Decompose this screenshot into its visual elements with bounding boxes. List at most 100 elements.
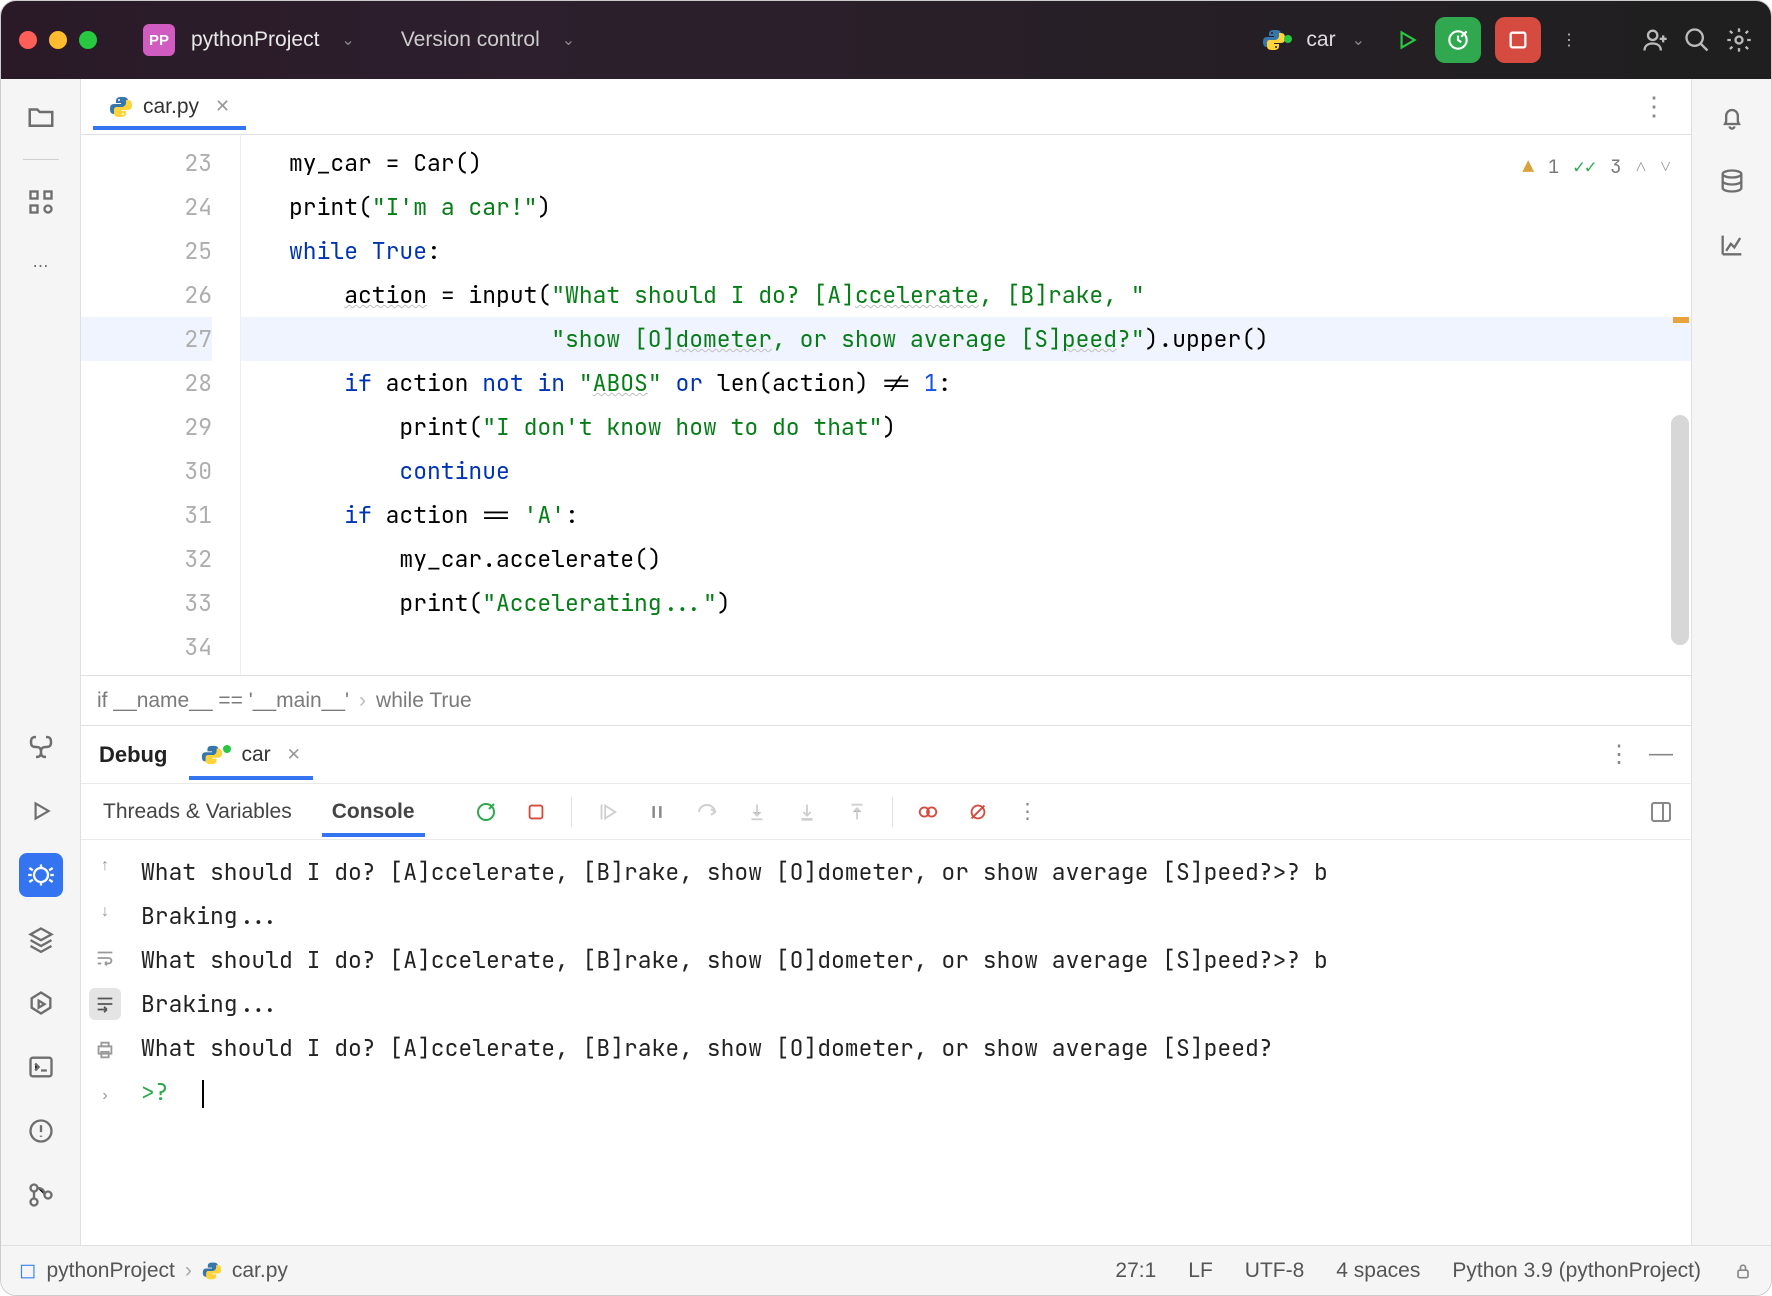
chevron-right-icon[interactable]: › [89, 1080, 121, 1112]
status-project[interactable]: pythonProject [46, 1259, 174, 1283]
chevron-right-icon: › [185, 1259, 192, 1283]
resume-icon[interactable] [592, 797, 622, 827]
debug-icon[interactable] [19, 853, 63, 897]
problems-icon[interactable] [19, 1109, 63, 1153]
code-line[interactable]: my_car.accelerate() [289, 537, 1691, 581]
debug-tab-label: car [241, 743, 270, 767]
code-line[interactable]: if action not in "ABOS" or len(action) !… [289, 361, 1691, 405]
services-icon[interactable] [19, 981, 63, 1025]
soft-wrap-icon[interactable] [89, 942, 121, 974]
structure-icon[interactable] [19, 180, 63, 224]
code-line[interactable]: action = input("What should I do? [A]cce… [289, 273, 1691, 317]
running-indicator-icon [1284, 35, 1292, 43]
line-separator[interactable]: LF [1188, 1259, 1213, 1283]
code-line[interactable]: print("I don't know how to do that") [289, 405, 1691, 449]
python-icon [109, 95, 133, 119]
step-into-my-icon[interactable] [792, 797, 822, 827]
project-name[interactable]: pythonProject [191, 28, 319, 52]
lock-icon[interactable] [1733, 1261, 1753, 1281]
search-icon[interactable] [1683, 26, 1711, 54]
console-line: What should I do? [A]ccelerate, [B]rake,… [141, 1026, 1679, 1070]
version-control-menu[interactable]: Version control [401, 28, 540, 52]
more-icon[interactable]: ⋮ [1013, 797, 1043, 827]
tab-car-py[interactable]: car.py ✕ [93, 85, 246, 129]
code-line[interactable]: print("Accelerating...") [289, 581, 1691, 625]
status-bar: ◻ pythonProject › car.py 27:1 LF UTF-8 4… [1, 1245, 1771, 1295]
debug-tab-car[interactable]: car ✕ [197, 731, 304, 779]
scroll-to-end-icon[interactable] [89, 988, 121, 1020]
code-with-me-icon[interactable] [1641, 26, 1669, 54]
code-editor[interactable]: 232425262728293031323334 ▲ 1 ✓✓ 3 ˄ ˅ my… [81, 135, 1691, 675]
titlebar: PP pythonProject ⌄ Version control ⌄ car… [1, 1, 1771, 79]
tab-console[interactable]: Console [328, 788, 419, 836]
more-icon[interactable]: ⋮ [1629, 91, 1679, 122]
breadcrumb: if __name__ == '__main__' › while True [81, 675, 1691, 725]
code-line[interactable]: "show [O]dometer, or show average [S]pee… [289, 317, 1691, 361]
debug-panel: Debug car ✕ ⋮ — Threads & Variables Cons… [81, 725, 1691, 1245]
close-icon[interactable] [19, 31, 37, 49]
minimize-icon[interactable]: — [1649, 740, 1673, 769]
stop-button[interactable] [1495, 17, 1541, 63]
pause-icon[interactable] [642, 797, 672, 827]
more-icon[interactable]: ⋯ [19, 244, 63, 288]
minimize-icon[interactable] [49, 31, 67, 49]
stop-icon[interactable] [521, 797, 551, 827]
run-icon[interactable] [19, 789, 63, 833]
chevron-down-icon[interactable]: ⌄ [562, 30, 575, 50]
python-icon [1262, 28, 1286, 52]
database-icon[interactable] [1710, 159, 1754, 203]
line-gutter: 232425262728293031323334 [81, 135, 241, 675]
breadcrumb-item[interactable]: while True [376, 689, 472, 713]
layers-icon[interactable] [19, 917, 63, 961]
python-interpreter[interactable]: Python 3.9 (pythonProject) [1452, 1259, 1701, 1283]
console-line: What should I do? [A]ccelerate, [B]rake,… [141, 938, 1679, 982]
indent-settings[interactable]: 4 spaces [1336, 1259, 1420, 1283]
close-icon[interactable]: ✕ [215, 96, 230, 117]
python-icon [201, 744, 223, 766]
code-line[interactable]: continue [289, 449, 1691, 493]
project-icon[interactable] [19, 95, 63, 139]
console-line: What should I do? [A]ccelerate, [B]rake,… [141, 850, 1679, 894]
scroll-down-icon[interactable]: ↓ [89, 896, 121, 928]
status-file[interactable]: car.py [232, 1259, 288, 1283]
debug-button[interactable] [1435, 17, 1481, 63]
chevron-down-icon[interactable]: ⌄ [341, 30, 354, 50]
sciview-icon[interactable] [1710, 223, 1754, 267]
print-icon[interactable] [89, 1034, 121, 1066]
gear-icon[interactable] [1725, 26, 1753, 54]
breadcrumb-item[interactable]: if __name__ == '__main__' [97, 689, 349, 713]
rerun-icon[interactable] [471, 797, 501, 827]
code-line[interactable]: while True: [289, 229, 1691, 273]
more-icon[interactable]: ⋮ [1555, 26, 1583, 54]
tab-threads-variables[interactable]: Threads & Variables [99, 788, 296, 836]
notifications-icon[interactable] [1710, 95, 1754, 139]
project-badge[interactable]: PP [143, 24, 175, 56]
run-button[interactable] [1393, 26, 1421, 54]
maximize-icon[interactable] [79, 31, 97, 49]
run-configuration[interactable]: car ⌄ [1248, 22, 1379, 58]
caret-position[interactable]: 27:1 [1115, 1259, 1156, 1283]
code-line[interactable]: my_car = Car() [289, 141, 1691, 185]
code-line[interactable]: if action == 'A': [289, 493, 1691, 537]
console-rail: ↑ ↓ › [81, 840, 129, 1245]
more-icon[interactable]: ⋮ [1607, 740, 1631, 769]
layout-icon[interactable] [1649, 800, 1673, 824]
console-prompt: >? [141, 1077, 182, 1107]
step-out-icon[interactable] [842, 797, 872, 827]
view-breakpoints-icon[interactable] [913, 797, 943, 827]
module-icon: ◻ [19, 1258, 36, 1283]
close-icon[interactable]: ✕ [287, 745, 301, 765]
python-packages-icon[interactable] [19, 725, 63, 769]
scroll-up-icon[interactable]: ↑ [89, 850, 121, 882]
step-into-icon[interactable] [742, 797, 772, 827]
terminal-icon[interactable] [19, 1045, 63, 1089]
step-over-icon[interactable] [692, 797, 722, 827]
git-icon[interactable] [19, 1173, 63, 1217]
file-encoding[interactable]: UTF-8 [1245, 1259, 1305, 1283]
mute-breakpoints-icon[interactable] [963, 797, 993, 827]
cursor [202, 1080, 204, 1108]
running-indicator-icon [223, 745, 231, 753]
code-line[interactable]: print("I'm a car!") [289, 185, 1691, 229]
console-output[interactable]: What should I do? [A]ccelerate, [B]rake,… [129, 840, 1691, 1245]
chevron-down-icon[interactable]: ⌄ [1352, 30, 1365, 50]
